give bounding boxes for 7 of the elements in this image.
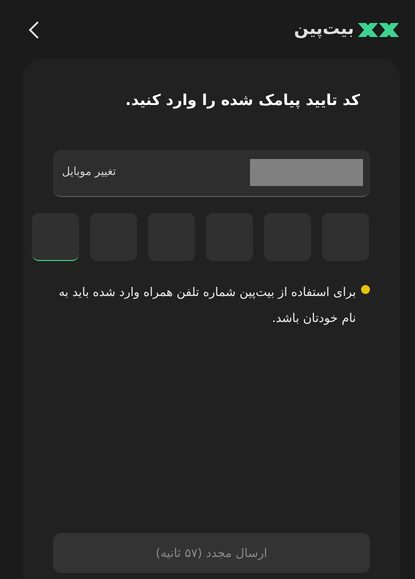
code-input-box[interactable]	[32, 212, 79, 260]
logo-icon	[357, 22, 400, 38]
card-title: کد تایید پیامک شده را وارد کنید.	[124, 90, 360, 111]
back-icon[interactable]	[28, 20, 40, 38]
logo-text: بیت‌پین	[294, 18, 354, 41]
change-mobile-link[interactable]: تغییر موبایل	[60, 164, 116, 181]
note-text: برای استفاده از بیت‌پین شماره تلفن همراه وارد شده باید به نام خودتان باشد.	[58, 284, 356, 327]
